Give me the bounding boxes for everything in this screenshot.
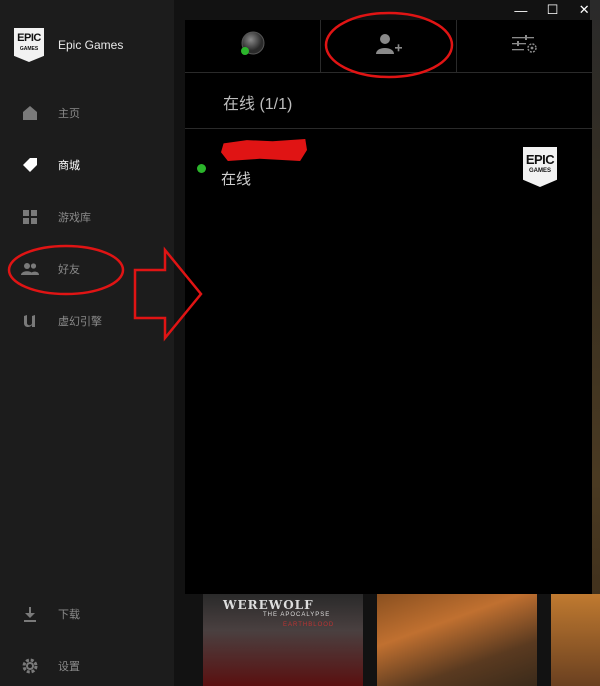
friend-list-item[interactable]: 在线 EPIC GAMES <box>185 135 592 195</box>
friend-game-logo: EPIC GAMES <box>523 147 557 187</box>
sidebar-item-label: 下载 <box>58 609 80 621</box>
sidebar-item-downloads[interactable]: 下载 <box>0 599 174 629</box>
friend-name-redacted <box>221 139 307 161</box>
sidebar-item-label: 商城 <box>58 160 80 172</box>
friend-status-text: 在线 <box>221 171 252 188</box>
sidebar-item-label: 设置 <box>58 661 80 673</box>
sidebar-item-label: 好友 <box>58 264 80 276</box>
window-controls: — ☐ ✕ <box>505 0 600 20</box>
home-icon <box>21 104 39 122</box>
game-tile-title: WEREWOLF <box>223 598 314 612</box>
unreal-icon <box>21 312 39 330</box>
brand[interactable]: EPIC GAMES Epic Games <box>14 28 123 62</box>
sidebar-item-label: 主页 <box>58 108 80 120</box>
sliders-gear-icon <box>511 34 539 59</box>
sidebar-item-store[interactable]: 商城 <box>0 150 174 180</box>
sidebar: EPIC GAMES Epic Games 主页 商城 游戏库 好友 虚幻引擎 <box>0 0 174 686</box>
people-icon <box>21 260 39 278</box>
friends-settings-button[interactable] <box>457 20 592 72</box>
close-button[interactable]: ✕ <box>568 0 600 20</box>
app-name: Epic Games <box>58 38 124 52</box>
grid-icon <box>21 208 39 226</box>
game-tile-subtitle: THE APOCALYPSE <box>263 612 331 618</box>
game-tile[interactable]: WEREWOLF THE APOCALYPSE EARTHBLOOD <box>203 594 363 686</box>
sidebar-item-friends[interactable]: 好友 <box>0 254 174 284</box>
sidebar-item-home[interactable]: 主页 <box>0 98 174 128</box>
friends-panel: 在线 (1/1) 在线 EPIC GAMES <box>185 20 592 594</box>
add-friend-icon <box>375 32 403 61</box>
divider <box>185 128 592 129</box>
status-button[interactable] <box>185 20 321 72</box>
add-friend-button[interactable] <box>321 20 457 72</box>
game-tile[interactable] <box>377 594 537 686</box>
sidebar-item-label: 虚幻引擎 <box>58 316 102 328</box>
sidebar-item-library[interactable]: 游戏库 <box>0 202 174 232</box>
online-status-dot <box>197 164 206 173</box>
game-tile-subtitle2: EARTHBLOOD <box>283 622 335 628</box>
tag-icon <box>21 156 39 174</box>
game-tile[interactable] <box>551 594 600 686</box>
status-avatar-icon <box>239 30 267 63</box>
download-icon <box>21 605 39 623</box>
friends-toolbar <box>185 20 592 73</box>
sidebar-item-settings[interactable]: 设置 <box>0 651 174 681</box>
gear-icon <box>21 657 39 675</box>
sidebar-item-label: 游戏库 <box>58 212 91 224</box>
sidebar-item-unreal[interactable]: 虚幻引擎 <box>0 306 174 336</box>
epic-games-logo: EPIC GAMES <box>14 28 44 62</box>
online-section-header[interactable]: 在线 (1/1) <box>223 90 292 114</box>
maximize-button[interactable]: ☐ <box>537 0 569 20</box>
minimize-button[interactable]: — <box>505 0 537 20</box>
